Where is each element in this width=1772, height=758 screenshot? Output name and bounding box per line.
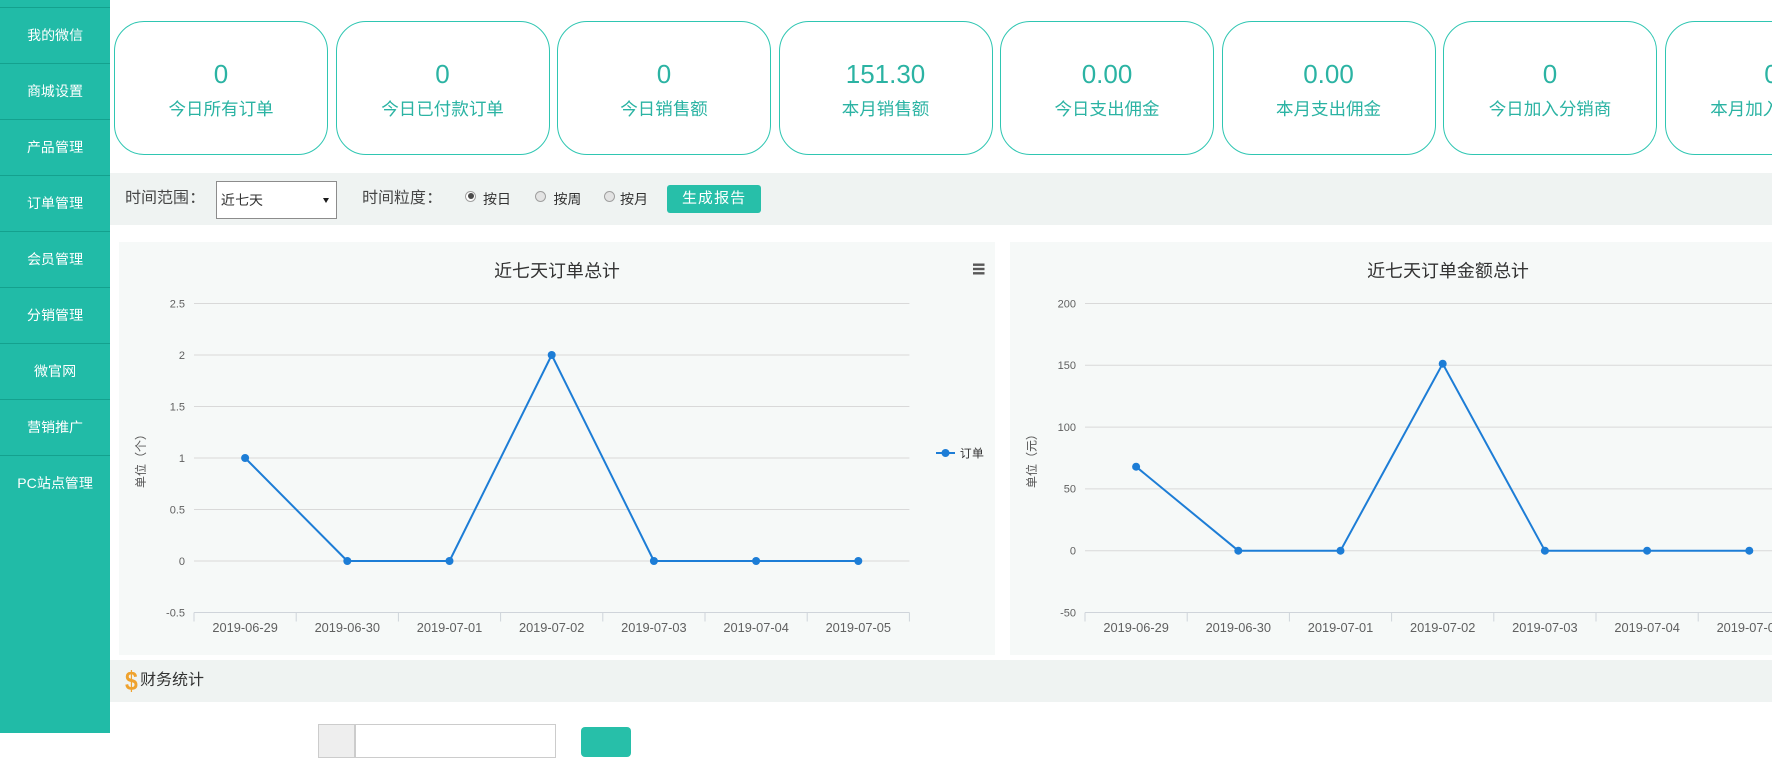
svg-text:-50: -50 bbox=[1060, 607, 1076, 619]
svg-text:50: 50 bbox=[1064, 484, 1076, 496]
svg-text:2.5: 2.5 bbox=[170, 298, 185, 310]
svg-text:2019-07-04: 2019-07-04 bbox=[1614, 620, 1679, 635]
svg-text:2019-06-30: 2019-06-30 bbox=[1206, 620, 1271, 635]
svg-text:0: 0 bbox=[179, 556, 185, 568]
svg-text:2019-06-30: 2019-06-30 bbox=[315, 620, 380, 635]
svg-text:2019-07-05: 2019-07-05 bbox=[1717, 620, 1772, 635]
svg-text:2019-07-05: 2019-07-05 bbox=[826, 620, 891, 635]
svg-text:1.5: 1.5 bbox=[170, 401, 185, 413]
svg-text:2019-06-29: 2019-06-29 bbox=[1103, 620, 1168, 635]
svg-text:单位（元）: 单位（元） bbox=[1025, 428, 1039, 488]
svg-text:2019-07-01: 2019-07-01 bbox=[1308, 620, 1373, 635]
svg-text:2019-07-01: 2019-07-01 bbox=[417, 620, 482, 635]
svg-text:2019-07-04: 2019-07-04 bbox=[723, 620, 788, 635]
svg-text:150: 150 bbox=[1058, 360, 1076, 372]
svg-text:0: 0 bbox=[1070, 546, 1076, 558]
svg-text:-0.5: -0.5 bbox=[166, 607, 185, 619]
svg-text:2019-06-29: 2019-06-29 bbox=[212, 620, 277, 635]
svg-text:0.5: 0.5 bbox=[170, 504, 185, 516]
svg-text:2: 2 bbox=[179, 350, 185, 362]
svg-text:100: 100 bbox=[1058, 422, 1076, 434]
svg-text:2019-07-03: 2019-07-03 bbox=[621, 620, 686, 635]
svg-text:2019-07-03: 2019-07-03 bbox=[1512, 620, 1577, 635]
svg-text:2019-07-02: 2019-07-02 bbox=[519, 620, 584, 635]
svg-text:近七天订单金额总计: 近七天订单金额总计 bbox=[1367, 261, 1529, 281]
svg-text:1: 1 bbox=[179, 453, 185, 465]
svg-text:近七天订单总计: 近七天订单总计 bbox=[494, 261, 620, 281]
svg-text:200: 200 bbox=[1058, 298, 1076, 310]
svg-text:订单: 订单 bbox=[960, 447, 984, 461]
svg-text:单位（个）: 单位（个） bbox=[134, 428, 148, 488]
svg-text:2019-07-02: 2019-07-02 bbox=[1410, 620, 1475, 635]
